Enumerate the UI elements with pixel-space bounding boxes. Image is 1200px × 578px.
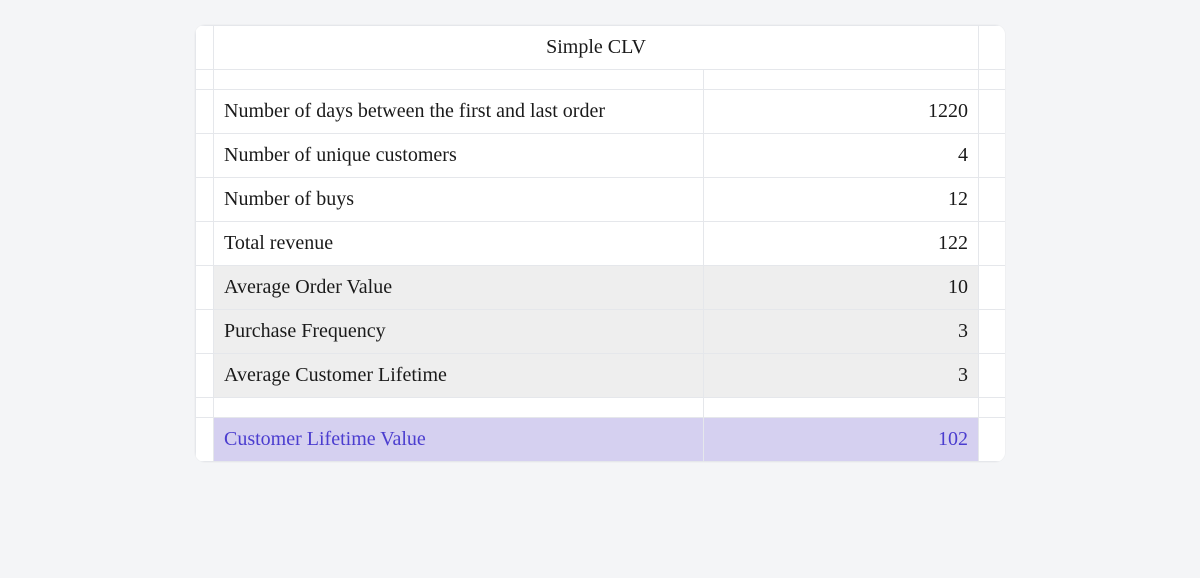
row-label: Total revenue	[214, 222, 704, 266]
table-title: Simple CLV	[214, 26, 979, 70]
row-label: Average Customer Lifetime	[214, 354, 704, 398]
row-value: 4	[704, 134, 979, 178]
row-value: 122	[704, 222, 979, 266]
row-value: 3	[704, 354, 979, 398]
row-label: Number of days between the first and las…	[214, 90, 704, 134]
data-row: Average Order Value 10	[196, 266, 1006, 310]
spacer-row	[196, 398, 1006, 418]
title-row: Simple CLV	[196, 26, 1006, 70]
result-label: Customer Lifetime Value	[214, 418, 704, 462]
gutter-cell	[196, 26, 214, 70]
result-value: 102	[704, 418, 979, 462]
row-label: Number of unique customers	[214, 134, 704, 178]
clv-spreadsheet: Simple CLV Number of days between the fi…	[195, 25, 1005, 462]
spacer-row	[196, 70, 1006, 90]
gutter-cell	[979, 26, 1006, 70]
clv-table: Simple CLV Number of days between the fi…	[195, 25, 1005, 462]
data-row: Purchase Frequency 3	[196, 310, 1006, 354]
row-value: 1220	[704, 90, 979, 134]
result-row: Customer Lifetime Value 102	[196, 418, 1006, 462]
data-row: Average Customer Lifetime 3	[196, 354, 1006, 398]
row-value: 10	[704, 266, 979, 310]
row-label: Average Order Value	[214, 266, 704, 310]
row-value: 3	[704, 310, 979, 354]
row-label: Purchase Frequency	[214, 310, 704, 354]
row-value: 12	[704, 178, 979, 222]
data-row: Number of unique customers 4	[196, 134, 1006, 178]
data-row: Number of days between the first and las…	[196, 90, 1006, 134]
data-row: Total revenue 122	[196, 222, 1006, 266]
row-label: Number of buys	[214, 178, 704, 222]
data-row: Number of buys 12	[196, 178, 1006, 222]
